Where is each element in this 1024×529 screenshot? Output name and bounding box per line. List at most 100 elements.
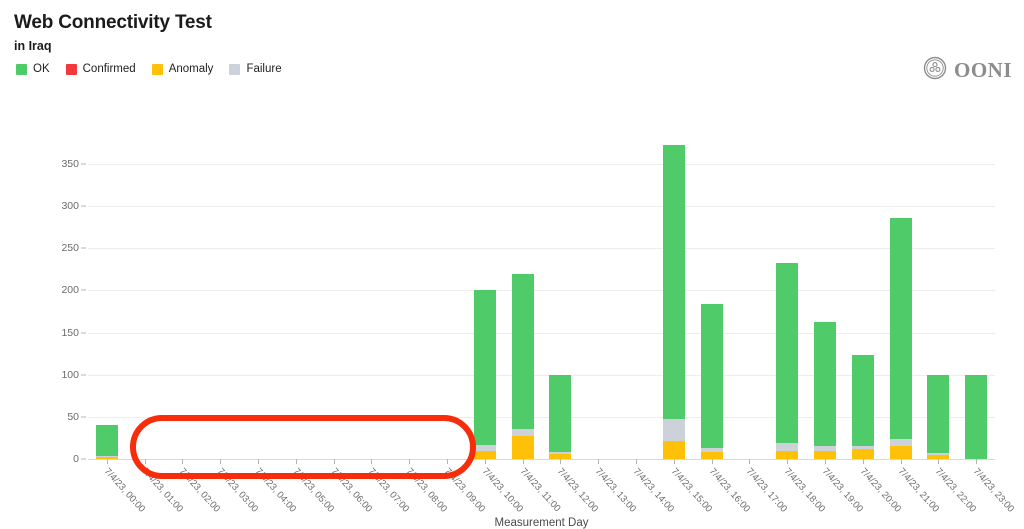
- page-subtitle: in Iraq: [14, 39, 52, 53]
- gridline: [88, 290, 995, 292]
- x-tick-mark: [976, 459, 978, 464]
- x-tick-mark: [749, 459, 751, 464]
- gridline: [88, 206, 995, 208]
- x-tick-mark: [787, 459, 789, 464]
- legend-item-confirmed[interactable]: Confirmed: [65, 63, 136, 75]
- x-tick-mark: [635, 459, 637, 464]
- bar-segment-anomaly: [473, 450, 496, 459]
- bar-segment-ok: [662, 144, 685, 419]
- bar-segment-failure: [662, 418, 685, 442]
- bar-segment-ok: [473, 290, 496, 445]
- bar-segment-anomaly: [776, 450, 799, 459]
- bar-74231200[interactable]: [549, 374, 572, 459]
- y-tick-label: 250: [61, 242, 79, 255]
- bar-segment-ok: [813, 322, 836, 447]
- bar-segment-failure: [889, 438, 912, 447]
- bar-74232100[interactable]: [889, 217, 912, 459]
- x-tick-mark: [673, 459, 675, 464]
- y-tick-mark: [81, 163, 86, 165]
- legend-swatch-ok-icon: [16, 63, 27, 75]
- bar-74231600[interactable]: [700, 303, 723, 459]
- y-tick-label: 50: [67, 410, 79, 423]
- bar-segment-anomaly: [700, 452, 723, 459]
- bar-74231800[interactable]: [776, 263, 799, 459]
- bar-74230000[interactable]: [95, 425, 118, 459]
- y-tick-mark: [81, 332, 86, 334]
- bar-segment-anomaly: [511, 436, 534, 459]
- legend-swatch-anomaly-icon: [151, 63, 163, 75]
- bar-segment-anomaly: [813, 450, 836, 459]
- y-tick-label: 100: [61, 368, 79, 381]
- x-tick-mark: [560, 459, 562, 464]
- gridline: [88, 332, 995, 334]
- x-tick-mark: [144, 459, 146, 464]
- x-tick-mark: [447, 459, 449, 464]
- y-tick-label: 200: [61, 284, 79, 297]
- x-tick-mark: [711, 459, 713, 464]
- legend-label: OK: [33, 63, 50, 75]
- x-tick-mark: [598, 459, 600, 464]
- y-tick-mark: [81, 289, 86, 291]
- ooni-brand-text: OONI: [953, 58, 1012, 82]
- y-tick-mark: [81, 374, 86, 376]
- bar-segment-ok: [700, 303, 723, 449]
- bar-segment-anomaly: [851, 448, 874, 459]
- bar-segment-failure: [511, 428, 534, 437]
- y-tick-label: 150: [61, 326, 79, 339]
- bar-74232000[interactable]: [851, 355, 874, 459]
- bar-74232300[interactable]: [965, 374, 988, 459]
- y-tick-label: 350: [61, 158, 79, 170]
- bar-74231500[interactable]: [662, 144, 685, 459]
- bar-segment-failure: [473, 444, 496, 451]
- bar-segment-failure: [927, 453, 950, 455]
- bar-74232200[interactable]: [927, 374, 950, 459]
- axis-baseline: [88, 459, 995, 460]
- bar-segment-failure: [700, 448, 723, 453]
- bar-segment-ok: [889, 217, 912, 439]
- y-tick-mark: [81, 458, 86, 460]
- y-tick-mark: [81, 416, 86, 418]
- bar-segment-ok: [776, 263, 799, 443]
- legend-item-ok[interactable]: OK: [16, 63, 50, 75]
- bar-74231100[interactable]: [511, 273, 534, 459]
- x-tick-mark: [409, 459, 411, 464]
- x-tick-mark: [106, 459, 108, 464]
- legend-swatch-failure-icon: [229, 63, 241, 75]
- bar-segment-ok: [511, 273, 534, 429]
- bar-segment-failure: [813, 446, 836, 451]
- bar-segment-anomaly: [889, 446, 912, 459]
- ooni-circle-logo-icon: [923, 56, 947, 85]
- x-tick-mark: [371, 459, 373, 464]
- legend-label: Confirmed: [82, 63, 136, 75]
- bar-segment-ok: [549, 374, 572, 453]
- bar-74231000[interactable]: [473, 290, 496, 459]
- legend-label: Anomaly: [168, 63, 214, 75]
- y-tick-label: 0: [73, 453, 79, 465]
- chart-header: Web Connectivity Test in Iraq OK Confirme…: [0, 0, 1024, 92]
- gridline: [88, 164, 995, 165]
- bar-segment-ok: [965, 374, 988, 459]
- bar-segment-ok: [851, 355, 874, 446]
- legend-label: Failure: [246, 63, 282, 75]
- bar-segment-failure: [95, 455, 118, 457]
- x-tick-mark: [333, 459, 335, 464]
- x-axis-title: Measurement Day: [494, 517, 589, 529]
- y-tick-mark: [81, 205, 86, 207]
- x-tick-mark: [182, 459, 184, 464]
- legend-item-anomaly[interactable]: Anomaly: [151, 63, 214, 75]
- bar-segment-failure: [851, 445, 874, 449]
- x-tick-mark: [522, 459, 524, 464]
- bar-segment-ok: [95, 425, 118, 456]
- legend-item-failure[interactable]: Failure: [229, 63, 282, 75]
- ooni-brand: OONI: [923, 56, 1012, 85]
- chart-legend: OK Confirmed Anomaly Failure: [16, 63, 282, 75]
- x-tick-mark: [824, 459, 826, 464]
- y-tick-mark: [81, 247, 86, 249]
- x-tick-mark: [295, 459, 297, 464]
- page-title: Web Connectivity Test: [14, 12, 212, 33]
- bar-segment-failure: [549, 452, 572, 454]
- x-tick-mark: [938, 459, 940, 464]
- gridline: [88, 248, 995, 250]
- bar-74231900[interactable]: [813, 322, 836, 459]
- x-tick-mark: [220, 459, 222, 464]
